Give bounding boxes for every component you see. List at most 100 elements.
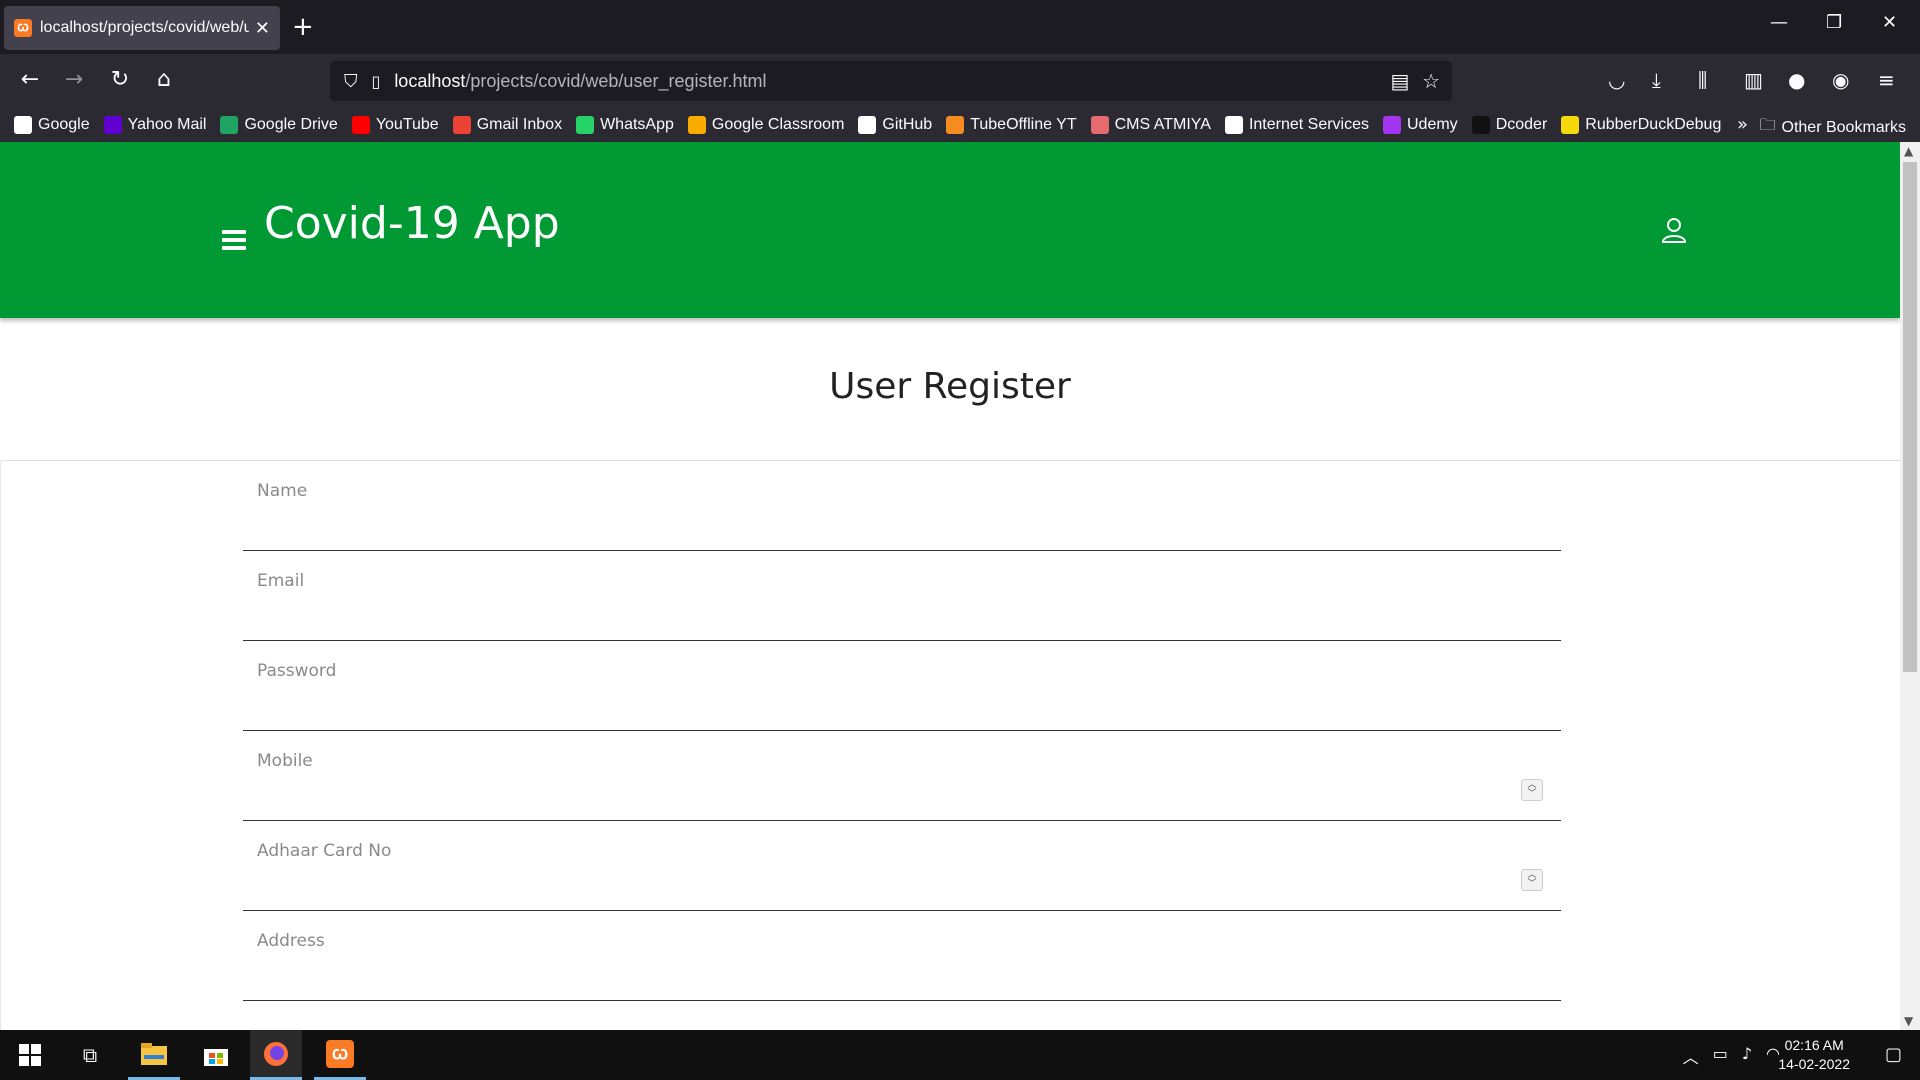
scroll-down-icon[interactable]: ▼ — [1904, 1014, 1913, 1028]
register-form: Name Email Password Mobile ︿ ﹀ Adhaar Card No ︿… — [0, 460, 1900, 1030]
address-field[interactable]: Address — [243, 911, 1561, 1001]
bookmark-label: Gmail Inbox — [476, 116, 563, 133]
firefox-icon[interactable] — [250, 1030, 302, 1080]
sidebar-icon[interactable]: ▥ — [1744, 68, 1763, 92]
bookmark-item[interactable]: YouTube — [351, 116, 439, 134]
bookmark-label: YouTube — [375, 116, 439, 133]
page-heading: User Register — [829, 366, 1071, 407]
field-label: Address — [257, 931, 325, 951]
store-icon[interactable] — [190, 1030, 242, 1080]
drive-icon — [220, 116, 239, 134]
restore-icon[interactable]: ❐ — [1826, 12, 1842, 33]
chevron-up-icon[interactable]: ︿ — [1683, 1044, 1699, 1068]
bookmark-label: Google Classroom — [711, 116, 845, 133]
chevron-more-icon[interactable]: » — [1737, 114, 1748, 135]
download-icon[interactable]: ⤓ — [1652, 68, 1661, 92]
reload-icon[interactable]: ↻ — [104, 66, 136, 94]
bookmark-item[interactable]: Google Classroom — [687, 116, 845, 134]
bookmark-label: Google — [38, 116, 90, 133]
field-label: Adhaar Card No — [257, 841, 392, 861]
bookmark-item[interactable]: CMS ATMIYA — [1090, 116, 1211, 134]
windows-taskbar: ⧉ ꞷ ︿ ▭ ♪ ◠ 02:16 AM 14-02-2022 ▢ — [0, 1030, 1920, 1080]
close-tab-icon[interactable]: ✕ — [255, 18, 270, 39]
scroll-thumb[interactable] — [1903, 162, 1917, 672]
bookmark-item[interactable]: TubeOffline YT — [946, 116, 1077, 134]
other-bookmarks[interactable]: 🗀 Other Bookmarks — [1760, 114, 1907, 141]
url-path: /projects/covid/web/user_register.html — [465, 70, 767, 91]
clock-time: 02:16 AM — [1784, 1037, 1844, 1053]
number-spinner-icon[interactable]: ︿ ﹀ — [1521, 779, 1543, 801]
reader-bookmark-icons[interactable]: ▤ ☆ — [1390, 69, 1440, 93]
back-icon[interactable]: ← — [14, 66, 46, 94]
shield-icon[interactable]: ⛉ — [344, 71, 358, 92]
name-field[interactable]: Name — [243, 461, 1561, 551]
new-tab-icon[interactable]: + — [292, 12, 314, 42]
bookmark-item[interactable]: Udemy — [1383, 116, 1458, 134]
library-icon[interactable]: ⫼ — [1698, 68, 1707, 92]
bookmark-label: CMS ATMIYA — [1114, 116, 1211, 133]
pocket-icon[interactable]: ◡ — [1608, 68, 1625, 92]
dcoder-icon — [1471, 116, 1490, 134]
file-explorer-icon[interactable] — [128, 1030, 180, 1080]
field-label: Email — [257, 571, 305, 591]
bookmark-item[interactable]: GitHub — [858, 116, 932, 134]
bookmark-item[interactable]: Gmail Inbox — [452, 116, 563, 134]
page-icon[interactable]: ▯ — [372, 72, 381, 91]
user-icon[interactable] — [1660, 216, 1688, 244]
classroom-icon — [687, 116, 706, 134]
clock[interactable]: 02:16 AM 14-02-2022 — [1778, 1036, 1850, 1074]
bookmark-item[interactable]: Google — [14, 116, 90, 134]
field-label: Password — [257, 661, 337, 681]
minimize-icon[interactable]: — — [1770, 12, 1788, 33]
password-field[interactable]: Password — [243, 641, 1561, 731]
bookmark-item[interactable]: Yahoo Mail — [103, 116, 206, 134]
bookmark-item[interactable]: Dcoder — [1471, 116, 1547, 134]
whatsapp-icon — [576, 116, 595, 134]
bookmark-item[interactable]: Google Drive — [220, 116, 338, 134]
notification-icon[interactable]: ▢ — [1885, 1044, 1902, 1065]
star-icon[interactable]: ☆ — [1422, 69, 1440, 93]
bookmark-label: Udemy — [1407, 116, 1458, 133]
app-header: Covid-19 App — [0, 142, 1900, 318]
bookmark-item[interactable]: WhatsApp — [576, 116, 674, 134]
cms-icon — [1090, 116, 1109, 134]
globe-icon — [1224, 116, 1243, 134]
battery-icon[interactable]: ▭ — [1713, 1044, 1728, 1068]
extension-icon[interactable]: ◉ — [1832, 68, 1849, 92]
bookmarks-toolbar: Google Yahoo Mail Google Drive YouTube Gmail… — [0, 108, 1920, 142]
menu-icon[interactable]: ≡ — [1878, 68, 1895, 92]
scroll-up-icon[interactable]: ▲ — [1904, 144, 1913, 158]
scrollbar[interactable]: ▲ ▼ — [1900, 142, 1920, 1030]
clock-date: 14-02-2022 — [1778, 1056, 1850, 1072]
number-spinner-icon[interactable]: ︿ ﹀ — [1521, 869, 1543, 891]
task-view-icon[interactable]: ⧉ — [64, 1030, 116, 1080]
adhaar-field[interactable]: Adhaar Card No ︿ ﹀ — [243, 821, 1561, 911]
account-icon[interactable]: ● — [1788, 68, 1805, 92]
system-tray: ︿ ▭ ♪ ◠ — [1683, 1044, 1780, 1068]
bookmark-item[interactable]: RubberDuckDebug — [1561, 116, 1721, 134]
bookmark-label: WhatsApp — [600, 116, 674, 133]
navigation-bar: ← → ↻ ⌂ ⛉ ▯ localhost/projects/covid/web… — [0, 54, 1920, 108]
folder-icon: 🗀 — [1759, 117, 1776, 134]
browser-tab[interactable]: ꞷ localhost/projects/covid/web/user_regi… — [4, 6, 280, 50]
bookmark-item[interactable]: Internet Services — [1224, 116, 1369, 134]
hamburger-menu-icon[interactable] — [222, 230, 246, 250]
address-bar[interactable]: ⛉ ▯ localhost/projects/covid/web/user_re… — [330, 61, 1452, 101]
reader-view-icon[interactable]: ▤ — [1390, 69, 1409, 93]
bookmark-label: RubberDuckDebug — [1585, 116, 1722, 133]
email-field[interactable]: Email — [243, 551, 1561, 641]
bookmark-label: Google Drive — [244, 116, 338, 133]
volume-icon[interactable]: ♪ — [1742, 1044, 1752, 1068]
close-window-icon[interactable]: ✕ — [1882, 12, 1897, 33]
gmail-icon — [452, 116, 471, 134]
field-label: Mobile — [257, 751, 313, 771]
mobile-field[interactable]: Mobile ︿ ﹀ — [243, 731, 1561, 821]
app-title: Covid-19 App — [264, 198, 560, 249]
windows-start-icon[interactable] — [4, 1030, 56, 1080]
xampp-icon: ꞷ — [14, 19, 32, 37]
forward-icon[interactable]: → — [58, 66, 90, 94]
xampp-taskbar-icon[interactable]: ꞷ — [314, 1030, 366, 1080]
bookmark-label: TubeOffline YT — [970, 116, 1077, 133]
home-icon[interactable]: ⌂ — [148, 66, 180, 94]
page-viewport: Covid-19 App User Register Name Email Pass… — [0, 142, 1920, 1030]
